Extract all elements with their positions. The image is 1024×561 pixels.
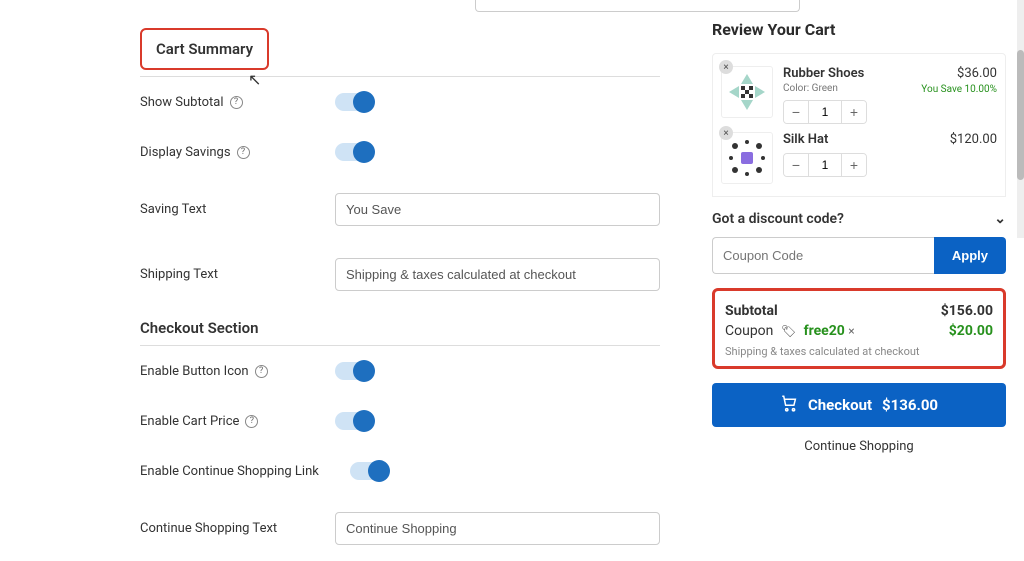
checkout-section-heading: Checkout Section [140,307,660,346]
continue-text-input[interactable] [335,512,660,545]
help-icon[interactable]: ? [245,415,258,428]
enable-continue-link-label: Enable Continue Shopping Link [140,464,350,479]
show-subtotal-label: Show Subtotal ? [140,95,335,110]
review-cart-heading: Review Your Cart [712,20,1006,39]
quantity-stepper[interactable]: − + [783,100,867,124]
enable-cart-price-toggle[interactable] [335,412,371,430]
qty-plus-button[interactable]: + [842,154,866,176]
qty-input[interactable] [808,101,842,123]
remove-item-button[interactable]: × [719,126,733,140]
coupon-amount: $20.00 [949,323,993,339]
saving-text-label: Saving Text [140,202,335,217]
enable-button-icon-toggle[interactable] [335,362,371,380]
checkout-button[interactable]: Checkout $136.00 [712,383,1006,427]
saving-text-input[interactable] [335,193,660,226]
coupon-code-input[interactable] [712,237,934,274]
cart-icon [780,394,798,416]
cart-scrollbar[interactable] [1017,0,1024,238]
qty-plus-button[interactable]: + [842,101,866,123]
help-icon[interactable]: ? [230,96,243,109]
help-icon[interactable]: ? [255,365,268,378]
product-thumbnail [721,66,773,118]
display-savings-toggle[interactable] [335,143,371,161]
cursor-icon: ↖ [248,70,261,89]
product-price: $120.00 [911,132,997,147]
subtotal-label: Subtotal [725,303,778,319]
enable-button-icon-label: Enable Button Icon ? [140,364,335,379]
qty-input[interactable] [808,154,842,176]
remove-coupon-button[interactable]: × [848,324,854,338]
coupon-code: free20 [804,323,845,339]
qty-minus-button[interactable]: − [784,101,808,123]
quantity-stepper[interactable]: − + [783,153,867,177]
enable-cart-price-label: Enable Cart Price ? [140,414,335,429]
product-name: Silk Hat [783,132,901,147]
shipping-note: Shipping & taxes calculated at checkout [725,341,993,358]
subtotal-value: $156.00 [941,303,993,319]
shipping-text-input[interactable] [335,258,660,291]
enable-continue-link-toggle[interactable] [350,462,386,480]
tag-icon: 🏷 [781,324,796,338]
product-thumbnail [721,132,773,184]
help-icon[interactable]: ? [237,146,250,159]
discount-code-heading[interactable]: Got a discount code? ⌄ [712,197,1006,237]
remove-item-button[interactable]: × [719,60,733,74]
order-summary: Subtotal $156.00 Coupon 🏷 free20 × $20.0… [712,288,1006,369]
cart-item: × Silk Hat − + $120.00 [721,128,997,188]
checkout-total: $136.00 [882,396,938,414]
continue-shopping-link[interactable]: Continue Shopping [712,427,1006,466]
display-savings-label: Display Savings ? [140,145,335,160]
continue-text-label: Continue Shopping Text [140,521,335,536]
product-savings: You Save 10.00% [911,84,997,95]
cart-summary-heading: Cart Summary [140,28,269,70]
product-variant: Color: Green [783,83,901,94]
apply-coupon-button[interactable]: Apply [934,237,1006,274]
qty-minus-button[interactable]: − [784,154,808,176]
checkout-label: Checkout [808,396,872,414]
product-price: $36.00 [911,66,997,81]
show-subtotal-toggle[interactable] [335,93,371,111]
chevron-down-icon: ⌄ [994,211,1006,227]
cart-item: × Rubber Shoes Color: Green − + [721,62,997,128]
product-name: Rubber Shoes [783,66,901,81]
shipping-text-label: Shipping Text [140,267,335,282]
coupon-label: Coupon [725,323,773,339]
cart-items: × Rubber Shoes Color: Green − + [712,53,1006,197]
